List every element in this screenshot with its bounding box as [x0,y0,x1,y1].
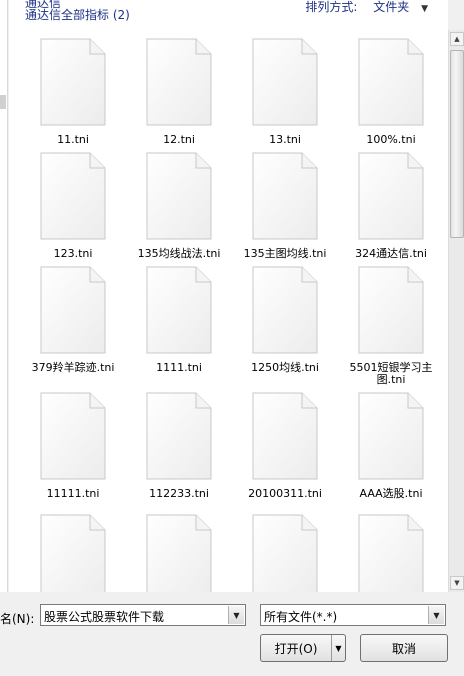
arrange-by-control[interactable]: 排列方式: 文件夹 ▼ [305,0,428,15]
filename-value[interactable]: 股票公式股票软件下载 [44,608,164,625]
navigation-pane-edge [0,0,8,592]
chevron-down-icon[interactable]: ▼ [228,606,244,624]
file-name-label[interactable]: 123.tni [20,248,126,260]
file-item[interactable] [20,514,126,592]
open-options-chevron-down-icon[interactable]: ▼ [331,635,345,661]
file-list-view[interactable]: 通达信 通达信全部指标 (2) 排列方式: 文件夹 ▼ 11.tni 12.tni… [9,0,448,592]
file-name-label[interactable]: 112233.tni [126,488,232,500]
file-item[interactable]: 324通达信.tni [338,152,444,266]
file-name-label[interactable]: 1250均线.tni [232,362,338,374]
open-button[interactable]: 打开(O) ▼ [260,634,346,662]
blank-document-icon[interactable] [40,152,106,240]
file-item[interactable]: 20100311.tni [232,392,338,506]
nav-selection-marker [0,95,6,109]
blank-document-icon[interactable] [358,266,424,354]
file-list-header: 通达信 通达信全部指标 (2) 排列方式: 文件夹 ▼ [9,0,448,28]
file-type-filter-value[interactable]: 所有文件(*.*) [264,608,337,625]
blank-document-icon[interactable] [358,514,424,592]
file-item[interactable]: 135主图均线.tni [232,152,338,266]
file-item[interactable]: 12.tni [126,38,232,152]
file-name-label[interactable]: 11111.tni [20,488,126,500]
file-item[interactable] [338,514,444,592]
file-item[interactable]: 112233.tni [126,392,232,506]
blank-document-icon[interactable] [40,514,106,592]
arrange-by-value[interactable]: 文件夹 [373,0,409,14]
blank-document-icon[interactable] [146,266,212,354]
file-item[interactable]: 5501短银学习主图.tni [338,266,444,386]
scroll-up-arrow-icon[interactable]: ▲ [450,32,464,46]
file-name-label[interactable]: 12.tni [126,134,232,146]
dialog-footer: 名(N): 股票公式股票软件下载 ▼ 所有文件(*.*) ▼ 打开(O) ▼ 取… [0,592,464,676]
file-type-filter-select[interactable]: 所有文件(*.*) ▼ [260,604,446,626]
file-item[interactable] [232,514,338,592]
file-item[interactable]: 100%.tni [338,38,444,152]
file-name-label[interactable]: 20100311.tni [232,488,338,500]
file-item[interactable]: 135均线战法.tni [126,152,232,266]
blank-document-icon[interactable] [252,38,318,126]
blank-document-icon[interactable] [40,38,106,126]
blank-document-icon[interactable] [252,152,318,240]
file-item[interactable]: 13.tni [232,38,338,152]
file-name-label[interactable]: 135均线战法.tni [126,248,232,260]
open-button-label: 打开(O) [274,641,318,656]
scrollbar-thumb[interactable] [450,50,464,238]
vertical-scrollbar[interactable]: ▲ ▼ [448,30,464,592]
file-item[interactable] [126,514,232,592]
chevron-down-icon[interactable]: ▼ [428,606,444,624]
blank-document-icon[interactable] [252,266,318,354]
file-name-label[interactable]: 324通达信.tni [338,248,444,260]
file-name-label[interactable]: 379羚羊踪迹.tni [20,362,126,374]
file-item[interactable]: 11111.tni [20,392,126,506]
blank-document-icon[interactable] [40,392,106,480]
filename-label: 名(N): [0,612,35,626]
file-item[interactable]: 1250均线.tni [232,266,338,380]
file-item[interactable]: 11.tni [20,38,126,152]
file-name-label[interactable]: 11.tni [20,134,126,146]
file-name-label[interactable]: 100%.tni [338,134,444,146]
blank-document-icon[interactable] [146,392,212,480]
blank-document-icon[interactable] [146,38,212,126]
file-name-label[interactable]: 1111.tni [126,362,232,374]
blank-document-icon[interactable] [358,152,424,240]
blank-document-icon[interactable] [252,392,318,480]
scroll-down-arrow-icon[interactable]: ▼ [450,576,464,590]
blank-document-icon[interactable] [40,266,106,354]
blank-document-icon[interactable] [358,392,424,480]
file-item[interactable]: 1111.tni [126,266,232,380]
blank-document-icon[interactable] [252,514,318,592]
cancel-button[interactable]: 取消 [360,634,448,662]
blank-document-icon[interactable] [358,38,424,126]
cancel-button-label: 取消 [391,641,416,656]
blank-document-icon[interactable] [146,514,212,592]
filename-input[interactable]: 股票公式股票软件下载 ▼ [40,604,246,626]
blank-document-icon[interactable] [146,152,212,240]
folder-title: 通达信全部指标 (2) [25,8,130,22]
file-item[interactable]: AAA选股.tni [338,392,444,506]
file-name-label[interactable]: AAA选股.tni [338,488,444,500]
file-item[interactable]: 123.tni [20,152,126,266]
file-item[interactable]: 379羚羊踪迹.tni [20,266,126,380]
file-name-label[interactable]: 13.tni [232,134,338,146]
file-name-label[interactable]: 135主图均线.tni [232,248,338,260]
arrange-by-label: 排列方式: [305,0,358,14]
chevron-down-icon[interactable]: ▼ [421,4,428,14]
file-name-label[interactable]: 5501短银学习主图.tni [338,362,444,386]
